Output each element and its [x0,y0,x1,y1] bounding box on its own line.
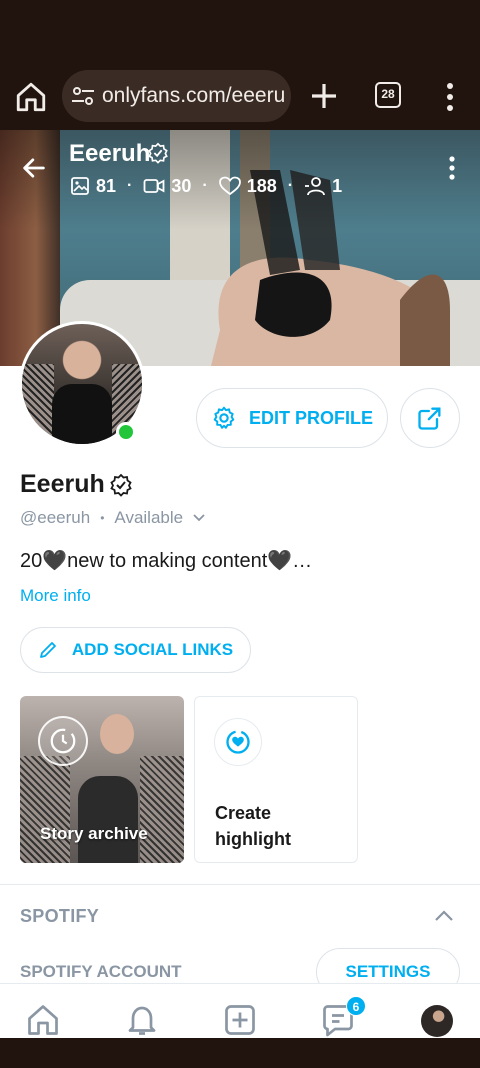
photos-stat: 81 [70,176,116,197]
story-photo-detail [78,776,138,863]
history-clock-icon [38,716,88,766]
story-archive-label: Story archive [40,824,148,843]
address-bar[interactable]: onlyfans.com/eeeru [62,70,291,122]
section-divider [0,884,480,885]
followers-count: 1 [332,175,343,196]
url-text[interactable]: onlyfans.com/eeeru [102,84,285,108]
cover-display-name: Eeeruh [69,140,151,167]
site-settings-icon[interactable] [70,84,96,108]
separator-dot: · [287,177,294,194]
chevron-up-icon[interactable] [432,906,456,926]
separator-dot: · [127,177,133,194]
screen: onlyfans.com/eeeru 28 Eeeruh 81 · 30 · 1… [0,0,480,1068]
likes-count: 188 [246,175,277,196]
verified-badge-icon [148,142,168,164]
back-arrow-icon[interactable] [20,154,48,182]
share-profile-button[interactable] [400,388,460,448]
separator-dot: • [100,511,105,525]
followers-stat: 1 [304,176,342,197]
spotify-section-title[interactable]: SPOTIFY [20,906,99,927]
heart-circle-icon [226,730,250,754]
story-photo-detail [100,714,134,754]
story-photo-detail [20,756,70,863]
story-archive-card[interactable]: Story archive [20,696,184,863]
availability-status[interactable]: Available [114,508,183,528]
browser-toolbar: onlyfans.com/eeeru 28 [0,64,480,130]
status-bar [0,0,480,64]
bio-text: 20🖤new to making content🖤… [20,550,313,572]
create-highlight-label: Create highlight [215,803,291,849]
likes-stat: 188 [218,175,277,197]
bell-icon[interactable] [124,1002,160,1038]
add-social-links-button[interactable]: ADD SOCIAL LINKS [20,627,251,673]
messages-badge: 6 [346,996,366,1016]
profile-stats: 81 · 30 · 188 · 1 [70,174,342,198]
story-photo-detail [140,756,184,863]
share-icon [418,407,441,430]
edit-profile-button[interactable]: EDIT PROFILE [196,388,388,448]
add-social-links-label: ADD SOCIAL LINKS [71,640,234,659]
edit-profile-label: EDIT PROFILE [248,407,373,428]
tab-switcher-button[interactable]: 28 [375,82,401,108]
user-icon [305,177,325,196]
bottom-navigation: 6 [0,983,480,1038]
overflow-menu-icon[interactable] [438,80,462,114]
add-post-icon[interactable] [222,1002,258,1038]
username-handle: @eeeruh [20,508,91,527]
highlight-ring [214,718,262,766]
heart-icon [218,176,241,196]
online-status-dot [116,422,136,442]
chevron-down-icon[interactable] [189,511,209,525]
gear-icon [213,406,235,429]
avatar-photo-detail [22,364,54,444]
profile-name-row: Eeeruh [20,470,133,499]
image-icon [71,177,89,195]
display-name: Eeeruh [20,470,105,498]
new-tab-icon[interactable] [308,80,340,112]
video-icon [143,179,165,193]
verified-badge-icon [110,473,132,497]
home-icon[interactable] [14,80,48,114]
clock-icon [50,728,76,754]
home-icon[interactable] [25,1002,61,1038]
videos-count: 30 [171,175,192,196]
profile-avatar-nav[interactable] [421,1005,453,1037]
photos-count: 81 [96,175,117,196]
pencil-icon [39,642,56,658]
videos-stat: 30 [143,176,191,197]
more-info-link[interactable]: More info [20,586,91,606]
more-options-icon[interactable] [446,154,458,182]
create-highlight-card[interactable]: Create highlight [194,696,358,863]
handle-status-row: @eeeruh • Available [20,508,209,528]
spotify-account-label: SPOTIFY ACCOUNT [20,962,182,981]
avatar-photo-detail [52,384,112,444]
separator-dot: · [202,177,208,194]
system-navigation-bar [0,1038,480,1068]
